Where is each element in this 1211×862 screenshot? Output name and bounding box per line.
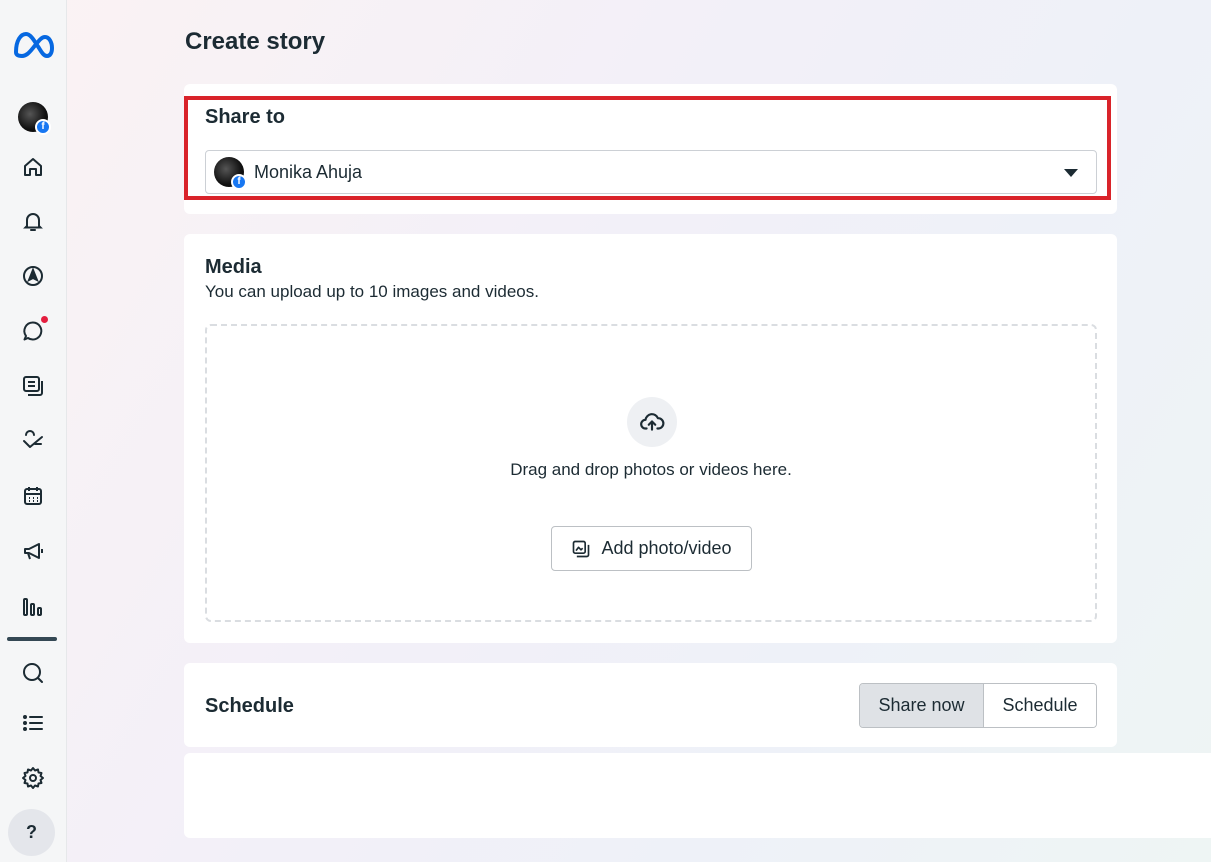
avatar: f [18, 102, 51, 135]
sidebar-item-notifications[interactable] [14, 202, 52, 240]
share-to-selected-account: Monika Ahuja [254, 161, 363, 182]
add-media-icon [573, 540, 590, 557]
sidebar-item-insights[interactable] [14, 588, 52, 626]
facebook-badge-icon: f [231, 174, 247, 190]
cloud-upload-icon [640, 413, 665, 431]
bell-icon [23, 213, 43, 231]
avatar: f [214, 157, 247, 190]
sidebar-item-messages[interactable] [14, 312, 52, 350]
monetization-icon [23, 430, 43, 448]
help-button[interactable]: ? [8, 809, 55, 856]
gear-icon [22, 767, 44, 789]
media-card: Media You can upload up to 10 images and… [184, 234, 1117, 643]
sidebar-item-monetization[interactable] [14, 422, 52, 460]
sidebar-item-account[interactable]: f [14, 98, 52, 136]
megaphone-icon [24, 543, 43, 560]
chat-icon [23, 321, 43, 341]
content-icon [23, 376, 43, 396]
sidebar-item-planner[interactable] [14, 477, 52, 515]
share-to-card: Share to f Monika Ahuja [184, 84, 1117, 214]
add-photo-video-label: Add photo/video [601, 538, 732, 558]
sidebar-item-navigation[interactable] [14, 257, 52, 295]
bottom-card [184, 753, 1211, 838]
home-icon [24, 158, 42, 176]
sidebar-item-all-tools[interactable] [14, 704, 52, 742]
chart-bar-icon [23, 598, 42, 616]
media-title: Media [205, 256, 262, 278]
add-photo-video-button[interactable]: Add photo/video [551, 526, 752, 571]
compass-icon [23, 266, 43, 286]
media-dropzone[interactable]: Drag and drop photos or videos here. Add… [205, 324, 1097, 622]
sidebar-item-ads[interactable] [14, 532, 52, 570]
meta-logo-icon[interactable] [10, 28, 56, 62]
facebook-badge-icon: f [35, 119, 51, 135]
schedule-title: Schedule [205, 695, 294, 717]
search-icon [23, 663, 43, 683]
sidebar-item-content[interactable] [14, 367, 52, 405]
calendar-icon [24, 487, 42, 505]
schedule-option[interactable]: Schedule [984, 684, 1096, 727]
sidebar-item-home[interactable] [14, 148, 52, 186]
sidebar-item-search[interactable] [14, 654, 52, 692]
caret-down-icon [1064, 169, 1078, 177]
schedule-toggle: Share now Schedule [859, 683, 1097, 728]
list-icon [23, 715, 43, 731]
media-subtitle: You can upload up to 10 images and video… [205, 282, 539, 301]
share-now-option[interactable]: Share now [860, 684, 984, 727]
help-icon: ? [26, 822, 37, 842]
share-to-dropdown[interactable]: f Monika Ahuja [205, 150, 1097, 194]
sidebar-divider [7, 637, 57, 641]
schedule-card: Schedule Share now Schedule [184, 663, 1117, 747]
page-title: Create story [185, 28, 326, 55]
left-sidebar: f ? [0, 0, 67, 862]
sidebar-item-settings[interactable] [14, 759, 52, 797]
share-to-title: Share to [205, 106, 286, 128]
notification-dot [41, 316, 48, 323]
upload-icon-circle [627, 397, 677, 447]
dropzone-text: Drag and drop photos or videos here. [510, 460, 792, 479]
